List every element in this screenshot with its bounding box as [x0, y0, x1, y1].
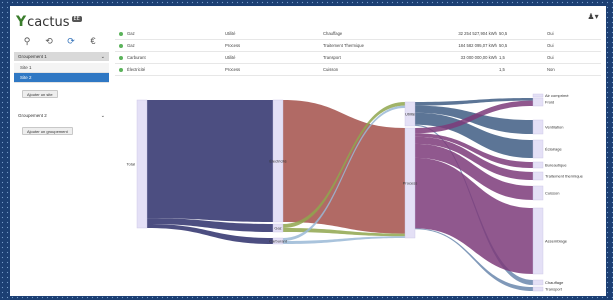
sankey-node-total[interactable]: [136, 99, 148, 229]
energy-cell: Carburant: [127, 55, 146, 60]
value-cell: 32 254 527,904 kWh: [458, 31, 497, 36]
energy-cell: Électricité: [127, 67, 146, 72]
group-2-label: Groupement 2: [18, 113, 47, 118]
history-icon[interactable]: ⟲: [44, 36, 54, 46]
group-2-header[interactable]: Groupement 2 ⌄: [14, 111, 109, 120]
sankey-node-cuisson[interactable]: [532, 185, 544, 201]
efficiency-cell: 1,5: [499, 67, 505, 72]
table-row[interactable]: Carburant Utilité Transport 33 000 000,0…: [115, 52, 601, 64]
cactus-logo-suffix: EE: [71, 16, 82, 22]
checked-cell: Oui: [547, 31, 554, 36]
value-cell: 33 000 000,00 kWh: [460, 55, 497, 60]
cactus-logo: Y cactus EE: [16, 12, 82, 30]
sankey-node-air[interactable]: [532, 93, 544, 98]
type-cell: Process: [225, 67, 241, 72]
group-1-header[interactable]: Groupement 1 ⌄: [14, 52, 109, 61]
cactus-logo-mark: Y: [16, 14, 27, 30]
usage-cell: Chauffage: [323, 31, 343, 36]
usage-cell: Cuisson: [323, 67, 339, 72]
sankey-node-label: Éclairage: [545, 147, 562, 152]
cactus-logo-text: cactus: [27, 15, 70, 30]
sankey-link-total-elec[interactable]: [147, 100, 273, 222]
site-item-1[interactable]: Site 1: [14, 63, 109, 73]
checked-cell: Oui: [547, 43, 554, 48]
sankey-node-label: Total: [127, 162, 136, 167]
sankey-link-elec-process[interactable]: [283, 100, 405, 234]
sankey-node-label: Process: [403, 181, 417, 186]
value-cell: 184 582 095,07 kWh: [458, 43, 497, 48]
sankey-node-label: Gaz: [274, 226, 281, 231]
sidebar-toolbar: ⚲ ⟲ ⟳ €: [14, 32, 109, 52]
sankey-node-assemblage[interactable]: [532, 207, 544, 275]
sankey-node-label: Électricité: [269, 159, 287, 164]
sankey-node-label: Transport: [545, 287, 563, 292]
usage-cell: Traitement Thermique: [323, 43, 364, 48]
table-row[interactable]: Électricité Process Cuisson 1,5 Non: [115, 64, 601, 76]
table-row[interactable]: Gaz Process Traitement Thermique 184 582…: [115, 40, 601, 52]
group-1-body: Site 1 Site 2 Ajouter un site: [14, 61, 109, 103]
chevron-down-icon: ⌄: [100, 53, 105, 60]
checked-cell: Non: [547, 67, 555, 72]
type-cell: Process: [225, 43, 241, 48]
efficiency-cell: 1,5: [499, 55, 505, 60]
status-dot: [115, 31, 127, 36]
sankey-node-eclairage[interactable]: [532, 139, 544, 159]
add-group-button[interactable]: Ajouter un groupement: [22, 127, 73, 135]
usage-cell: Transport: [323, 55, 341, 60]
sankey-node-label: Bureautique: [545, 163, 567, 168]
map-pin-icon[interactable]: ⚲: [22, 36, 32, 46]
group-1: Groupement 1 ⌄ Site 1 Site 2 Ajouter un …: [14, 52, 109, 103]
checked-cell: Oui: [547, 55, 554, 60]
energy-cell: Gaz: [127, 31, 135, 36]
app-window: Y cactus EE ♟▾ ⚲ ⟲ ⟳ € Groupement 1 ⌄ Si…: [10, 6, 606, 296]
euro-icon[interactable]: €: [88, 36, 98, 46]
status-dot: [115, 55, 127, 60]
user-icon: ♟▾: [587, 12, 599, 21]
chevron-down-icon: ⌄: [100, 112, 105, 119]
table-row[interactable]: Gaz Utilité Chauffage 32 254 527,904 kWh…: [115, 28, 601, 40]
sankey-node-transport[interactable]: [532, 286, 544, 292]
sankey-node-bureautique[interactable]: [532, 161, 544, 169]
sankey-node-traitement[interactable]: [532, 171, 544, 181]
sankey-node-label: Froid: [545, 100, 554, 105]
energy-cell: Gaz: [127, 43, 135, 48]
sankey-node-ventilation[interactable]: [532, 119, 544, 135]
sankey-node-label: Chauffage: [545, 280, 564, 285]
sankey-node-label: Air comprimé: [545, 93, 569, 98]
type-cell: Utilité: [225, 31, 236, 36]
sankey-node-label: Utilité: [405, 112, 416, 117]
sankey-diagram: Total Gaz Électricité Carburant Utilité Proce…: [127, 93, 584, 292]
sankey-node-label: Cuisson: [545, 191, 559, 196]
add-site-button[interactable]: Ajouter un site: [22, 90, 58, 98]
sankey-node-label: Carburant: [269, 239, 288, 244]
type-cell: Utilité: [225, 55, 236, 60]
sankey-link-carb-process[interactable]: [283, 236, 405, 244]
refresh-icon[interactable]: ⟳: [66, 36, 76, 46]
site-item-2[interactable]: Site 2: [14, 73, 109, 83]
status-dot: [115, 43, 127, 48]
group-1-label: Groupement 1: [18, 54, 47, 59]
sankey-node-label: Assemblage: [545, 239, 568, 244]
status-dot: [115, 67, 127, 72]
user-menu-button[interactable]: ♟▾: [586, 12, 600, 24]
group-2: Groupement 2 ⌄ Ajouter un groupement: [14, 111, 109, 138]
sankey-node-label: Ventilation: [545, 125, 563, 130]
sankey-node-froid[interactable]: [532, 97, 544, 107]
sankey-node-label: Traitement thermique: [545, 174, 584, 179]
sankey-node-chauffage[interactable]: [532, 279, 544, 286]
efficiency-cell: 50,5: [499, 43, 508, 48]
efficiency-cell: 50,5: [499, 31, 508, 36]
sidebar: ⚲ ⟲ ⟳ € Groupement 1 ⌄ Site 1 Site 2 Ajo…: [14, 32, 109, 296]
energy-table: Gaz Utilité Chauffage 32 254 527,904 kWh…: [115, 28, 601, 76]
